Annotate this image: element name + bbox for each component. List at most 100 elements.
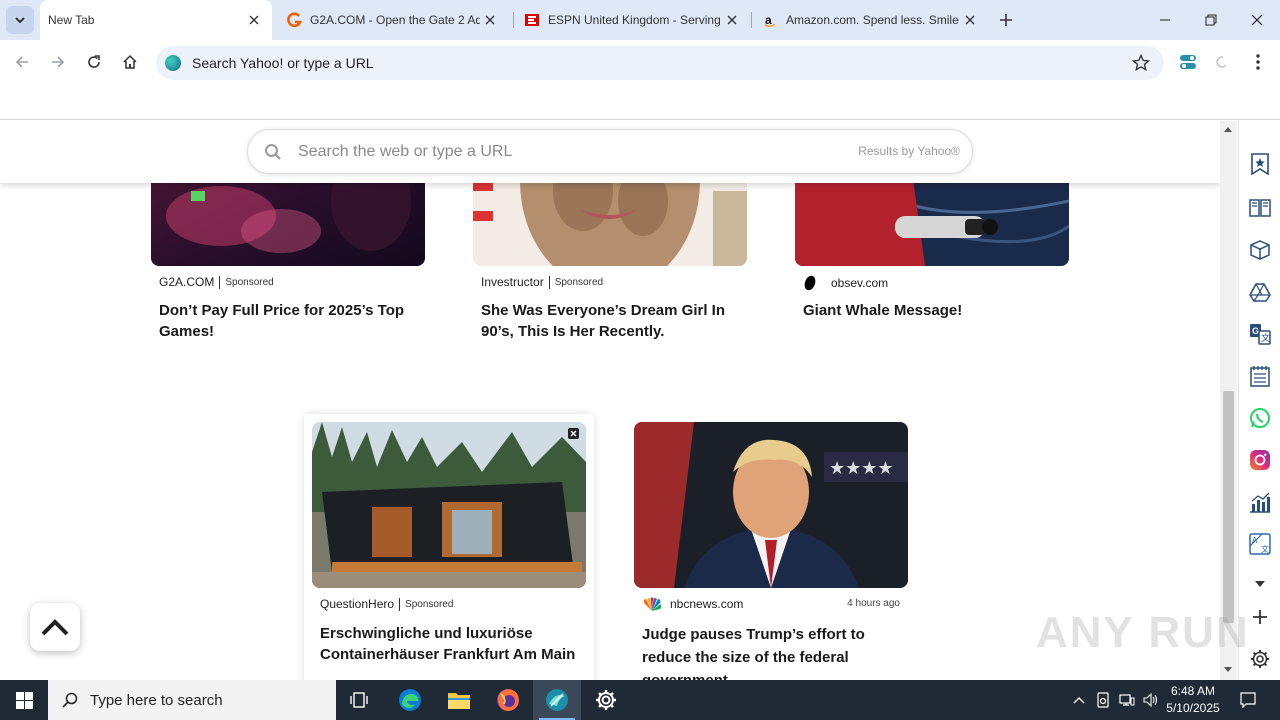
sidebar-settings-button[interactable]: [1247, 646, 1273, 672]
sidebar-panel: G文 A文: [1238, 121, 1280, 680]
bookmark-star-icon[interactable]: [1131, 53, 1151, 77]
tab-strip: New Tab G2A.COM - Open the Gate 2 Ad ESP…: [0, 0, 1280, 40]
sidebar-item-translate[interactable]: G文: [1247, 321, 1273, 347]
tab-amazon[interactable]: a Amazon.com. Spend less. Smile: [752, 0, 988, 40]
edge-icon: [399, 689, 421, 711]
profile-button[interactable]: [1208, 48, 1236, 76]
reload-button[interactable]: [80, 48, 108, 76]
taskbar-edge[interactable]: [386, 680, 434, 720]
sidebar-item-instagram[interactable]: [1247, 447, 1273, 473]
card-meta: G2A.COM Sponsored: [159, 275, 274, 289]
sidebar-more-button[interactable]: [1247, 571, 1273, 597]
scroll-down-arrow[interactable]: [1224, 667, 1232, 672]
espn-icon: [524, 12, 540, 28]
scrollbar-thumb[interactable]: [1223, 391, 1234, 623]
card-source: G2A.COM: [159, 275, 215, 289]
tab-title: ESPN United Kingdom - Serving: [548, 13, 721, 27]
chart-icon: [1250, 492, 1270, 513]
sidebar-item-reading[interactable]: [1247, 195, 1273, 221]
close-icon: [1251, 14, 1263, 26]
card-headline[interactable]: She Was Everyone’s Dream Girl In 90’s, T…: [481, 300, 739, 342]
browser-menu-button[interactable]: [1244, 48, 1272, 76]
close-tab-icon[interactable]: [722, 10, 742, 30]
sidebar-item-drive[interactable]: [1247, 279, 1273, 305]
task-view-button[interactable]: [336, 680, 384, 720]
gear-icon: [1251, 650, 1269, 668]
search-placeholder: Search the web or type a URL: [298, 142, 513, 160]
bookmark-star-icon: [1251, 153, 1269, 175]
close-ad-icon[interactable]: [568, 428, 579, 439]
news-card[interactable]: ★★★★ nbcnews.com 4 hours ago Judge pause…: [634, 422, 908, 680]
taskbar-file-explorer[interactable]: [435, 680, 483, 720]
translate-icon: G文: [1250, 324, 1271, 345]
web-search-input[interactable]: Search the web or type a URL Results by …: [247, 129, 973, 174]
card-headline[interactable]: Giant Whale Message!: [803, 300, 1061, 321]
plus-icon: [1253, 610, 1267, 624]
start-button[interactable]: [0, 680, 48, 720]
address-bar[interactable]: Search Yahoo! or type a URL: [156, 46, 1164, 80]
taskbar-search-box[interactable]: Type here to search: [48, 680, 336, 720]
search-icon: [264, 143, 282, 161]
close-window-button[interactable]: [1234, 0, 1280, 40]
sidebar-item-whatsapp[interactable]: [1247, 405, 1273, 431]
card-headline[interactable]: Erschwingliche und luxuriöse Containerhä…: [320, 623, 578, 665]
minimize-button[interactable]: [1142, 0, 1188, 40]
tray-network-icon[interactable]: [1116, 680, 1138, 720]
chevron-up-icon: [1073, 697, 1085, 704]
restore-icon: [1205, 14, 1217, 26]
svg-text:G: G: [1252, 326, 1259, 336]
address-bar-text: Search Yahoo! or type a URL: [192, 55, 374, 71]
tray-device-icon[interactable]: [1092, 680, 1114, 720]
home-button[interactable]: [116, 48, 144, 76]
sidebar-add-button[interactable]: [1247, 604, 1273, 630]
scroll-up-arrow[interactable]: [1224, 127, 1232, 132]
card-meta: obsev.com: [803, 275, 888, 291]
tab-espn[interactable]: ESPN United Kingdom - Serving: [514, 0, 750, 40]
taskbar-settings[interactable]: [582, 680, 630, 720]
sidebar-item-bookmarks[interactable]: [1247, 151, 1273, 177]
search-provider-label: Results by Yahoo®: [858, 144, 960, 158]
page-scrollbar[interactable]: [1220, 121, 1237, 680]
card-headline[interactable]: Judge pauses Trump’s effort to reduce th…: [642, 623, 900, 680]
close-tab-icon[interactable]: [244, 10, 264, 30]
taskbar-firefox[interactable]: [484, 680, 532, 720]
tab-g2a[interactable]: G2A.COM - Open the Gate 2 Ad: [276, 0, 508, 40]
sidebar-item-dictionary[interactable]: A文: [1247, 531, 1273, 557]
card-source: obsev.com: [831, 276, 889, 290]
card-timestamp: 4 hours ago: [847, 598, 900, 609]
amazon-icon: a: [762, 12, 778, 28]
tab-new-tab[interactable]: New Tab: [40, 0, 272, 40]
taskbar-browser[interactable]: [533, 680, 581, 720]
scroll-to-top-button[interactable]: [30, 603, 80, 651]
checklist-icon: [1250, 366, 1270, 387]
reload-icon: [88, 55, 100, 68]
meta-divider: [548, 275, 550, 289]
news-card[interactable]: QuestionHero Sponsored Erschwingliche un…: [312, 422, 586, 680]
close-tab-icon[interactable]: [480, 10, 500, 30]
folder-icon: [448, 693, 470, 709]
close-tab-icon[interactable]: [960, 10, 980, 30]
svg-text:A: A: [1252, 536, 1258, 545]
taskbar-clock[interactable]: 6:48 AM 5/10/2025: [1158, 683, 1228, 717]
sidebar-item-notes[interactable]: [1247, 363, 1273, 389]
plus-icon: [1000, 14, 1012, 26]
restore-button[interactable]: [1188, 0, 1234, 40]
sidebar-item-stats[interactable]: [1247, 489, 1273, 515]
new-tab-button[interactable]: [992, 6, 1020, 34]
book-icon: [1249, 199, 1271, 217]
arrow-left-icon: [15, 56, 28, 68]
more-vertical-icon: [1256, 54, 1260, 70]
drive-icon: [1249, 283, 1271, 302]
instagram-icon: [1250, 450, 1270, 470]
extension-button[interactable]: [1174, 48, 1202, 76]
yahoo-search-icon: [165, 55, 181, 71]
forward-button[interactable]: [44, 48, 72, 76]
back-button[interactable]: [8, 48, 36, 76]
tray-overflow-button[interactable]: [1068, 680, 1090, 720]
notification-center-button[interactable]: [1234, 680, 1262, 720]
card-headline[interactable]: Don’t Pay Full Price for 2025’s Top Game…: [159, 300, 417, 342]
tab-search-button[interactable]: [6, 6, 34, 34]
sidebar-item-package[interactable]: [1247, 237, 1273, 263]
anyrun-watermark: ANY RUN: [1036, 608, 1250, 657]
card-meta: nbcnews.com: [642, 597, 743, 611]
